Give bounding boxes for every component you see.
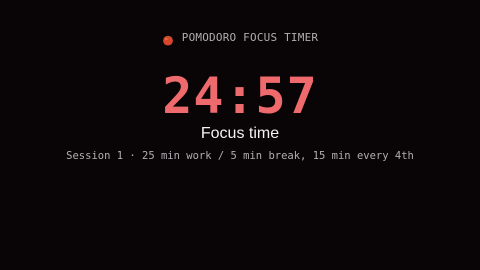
app-header: POMODORO FOCUS TIMER bbox=[0, 28, 480, 46]
countdown-timer: 24:57 bbox=[162, 67, 318, 125]
mode-label: Focus time bbox=[200, 125, 280, 142]
session-info: Session 1 · 25 min work / 5 min break, 1… bbox=[66, 150, 414, 162]
app-title: POMODORO FOCUS TIMER bbox=[181, 30, 319, 44]
tomato-icon bbox=[162, 31, 174, 46]
